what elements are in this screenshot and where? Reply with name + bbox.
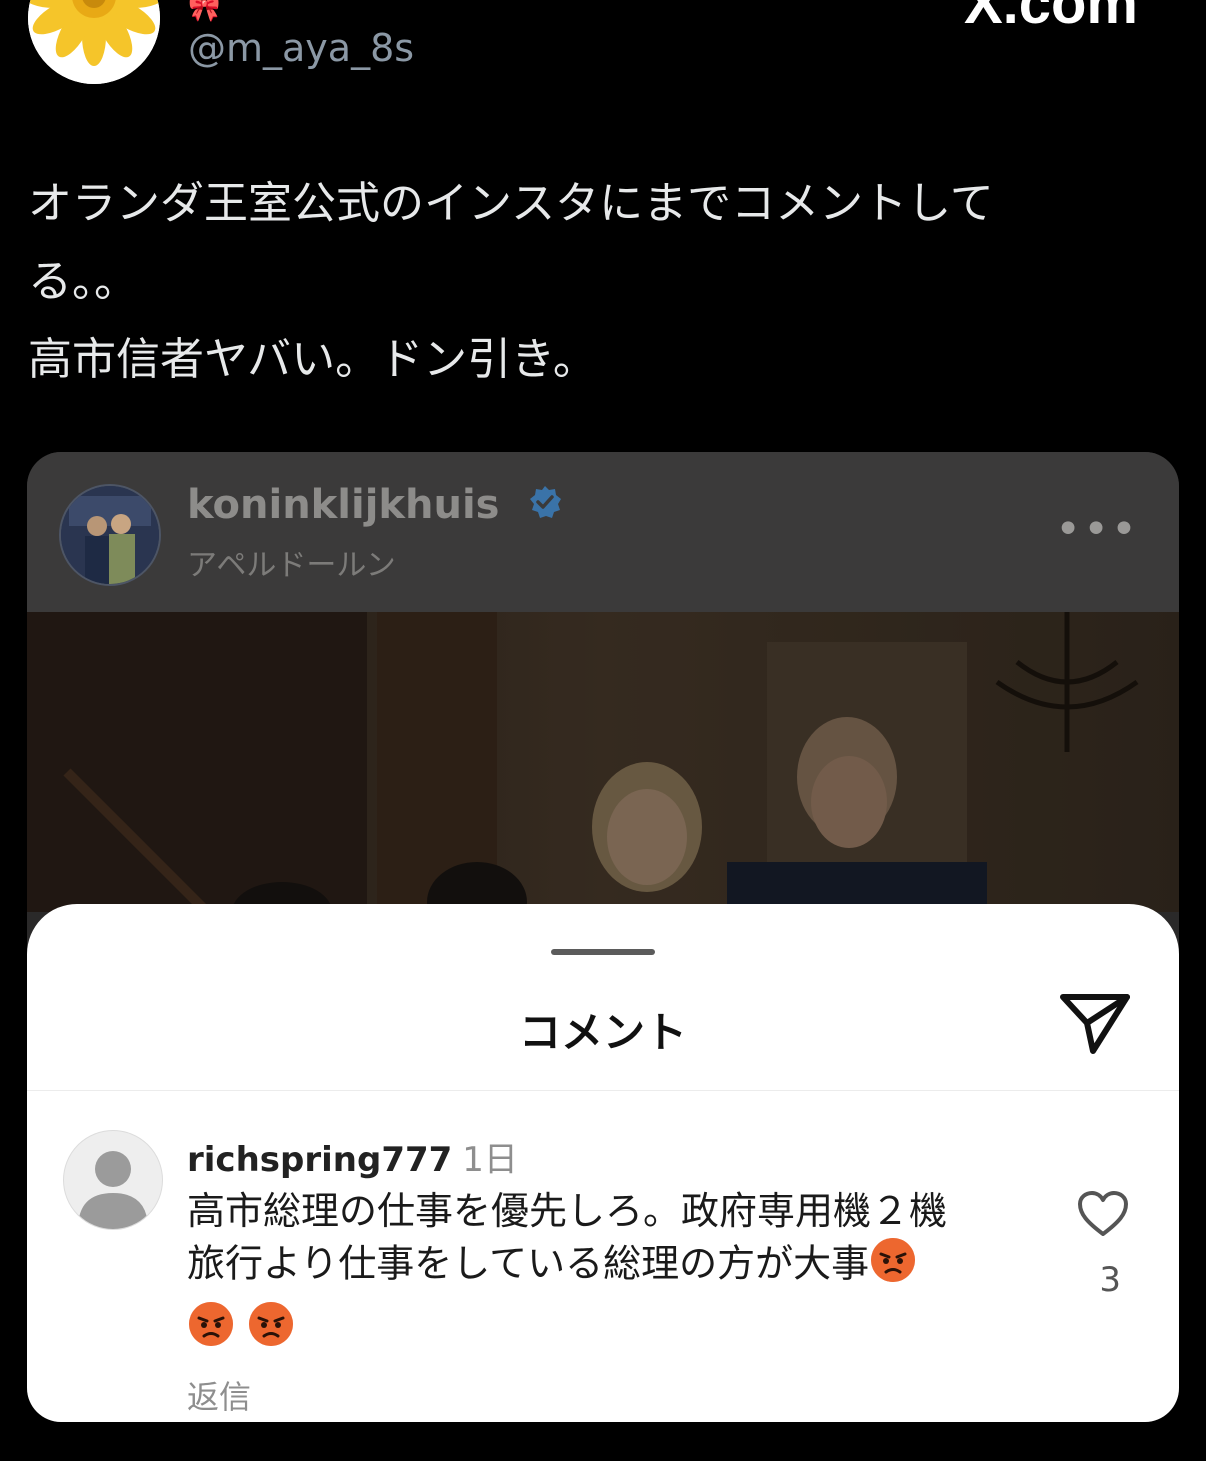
angry-face-emoji <box>869 1236 917 1296</box>
sheet-drag-handle[interactable] <box>551 949 655 955</box>
comment-body: 高市総理の仕事を優先しろ。政府専用機２機 旅行より仕事をしている総理の方が大事 <box>187 1186 1007 1360</box>
heart-icon[interactable] <box>1077 1190 1129 1238</box>
instagram-location: アペルドールン <box>187 548 396 583</box>
like-count: 3 <box>1099 1260 1121 1300</box>
sheet-divider <box>27 1090 1179 1091</box>
post-photo <box>27 612 1179 912</box>
angry-face-emoji <box>247 1300 295 1360</box>
send-icon[interactable] <box>1057 989 1133 1059</box>
instagram-username: koninklijkhuis <box>187 482 563 530</box>
tweet-text-line: オランダ王室公式のインスタにまでコメントして <box>28 178 994 229</box>
ribbon-emoji: 🎀 <box>188 0 220 24</box>
instagram-avatar <box>59 484 161 586</box>
site-watermark: X.com <box>963 0 1138 36</box>
author-handle[interactable]: @m_aya_8s <box>188 26 414 70</box>
default-avatar-icon[interactable] <box>63 1130 163 1230</box>
reply-button[interactable]: 返信 <box>187 1372 251 1418</box>
verified-badge-icon <box>527 484 563 530</box>
comment-line: 高市総理の仕事を優先しろ。政府専用機２機 <box>187 1189 948 1233</box>
tweet-text: オランダ王室公式のインスタにまでコメントして る。。 高市信者ヤバい。ドン引き。 <box>28 165 1128 399</box>
more-options-icon[interactable]: ••• <box>1055 504 1139 555</box>
comment-line <box>187 1300 1007 1360</box>
comment-line: 旅行より仕事をしている総理の方が大事 <box>187 1236 1007 1296</box>
comment-author[interactable]: richspring777 1日 <box>187 1132 518 1181</box>
comments-sheet[interactable]: コメント richspring777 1日 高市総理の仕事を優先しろ。政府専用機２… <box>27 904 1179 1422</box>
tweet-text-line: 高市信者ヤバい。ドン引き。 <box>28 334 597 385</box>
instagram-post-header: koninklijkhuis アペルドールン ••• <box>27 452 1179 612</box>
tweet-text-line: る。。 <box>28 256 138 307</box>
attached-screenshot[interactable]: koninklijkhuis アペルドールン ••• コメント richspri… <box>27 452 1179 1422</box>
angry-face-emoji <box>187 1300 235 1360</box>
sunflower-image <box>28 0 160 84</box>
author-avatar[interactable] <box>28 0 160 84</box>
sheet-title: コメント <box>518 1008 687 1057</box>
comment-time: 1日 <box>462 1140 518 1180</box>
